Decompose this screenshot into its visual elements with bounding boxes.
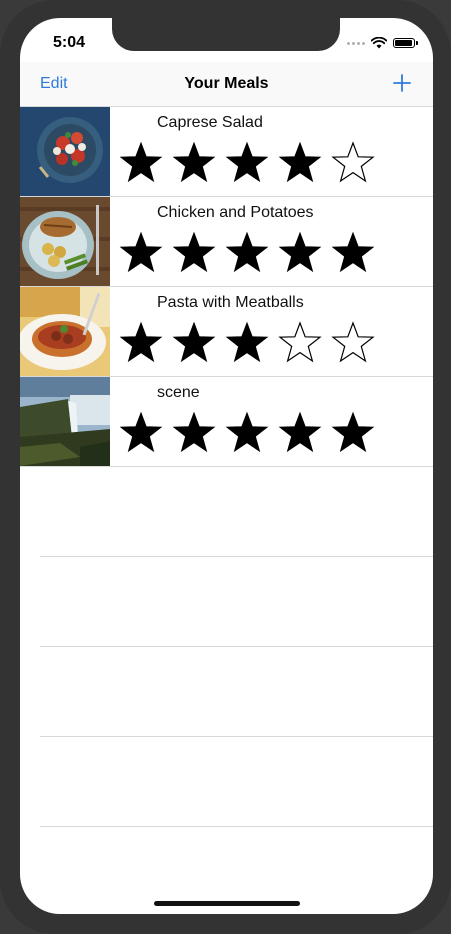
star-filled-icon[interactable]: [278, 231, 322, 275]
meal-row[interactable]: scene: [20, 377, 433, 467]
meal-name: Pasta with Meatballs: [157, 294, 304, 311]
notch: [112, 18, 340, 51]
star-filled-icon[interactable]: [119, 231, 163, 275]
star-filled-icon[interactable]: [331, 411, 375, 455]
meal-name: Caprese Salad: [157, 114, 263, 131]
star-filled-icon[interactable]: [225, 141, 269, 185]
meal-name: Chicken and Potatoes: [157, 204, 314, 221]
star-filled-icon[interactable]: [225, 321, 269, 365]
waterfall-landscape-photo: [20, 377, 110, 466]
star-filled-icon[interactable]: [119, 321, 163, 365]
rating-control[interactable]: [119, 411, 375, 455]
empty-row: [40, 467, 433, 557]
empty-row: [40, 737, 433, 827]
meal-row[interactable]: Pasta with Meatballs: [20, 287, 433, 377]
star-empty-icon[interactable]: [331, 141, 375, 185]
home-indicator[interactable]: [154, 901, 300, 906]
screen: 5:04 Edit Your Meals Caprese Salad Chick…: [20, 18, 433, 914]
meal-name: scene: [157, 384, 200, 401]
caprese-salad-photo: [20, 107, 110, 196]
star-filled-icon[interactable]: [331, 231, 375, 275]
page-title: Your Meals: [184, 75, 269, 92]
rating-control[interactable]: [119, 231, 375, 275]
star-filled-icon[interactable]: [278, 411, 322, 455]
status-time: 5:04: [53, 34, 86, 51]
star-empty-icon[interactable]: [331, 321, 375, 365]
star-filled-icon[interactable]: [172, 321, 216, 365]
rating-control[interactable]: [119, 321, 375, 365]
plus-icon[interactable]: [393, 74, 411, 92]
battery-icon: [393, 38, 418, 48]
meal-row[interactable]: Chicken and Potatoes: [20, 197, 433, 287]
star-filled-icon[interactable]: [119, 141, 163, 185]
star-filled-icon[interactable]: [278, 141, 322, 185]
star-filled-icon[interactable]: [225, 231, 269, 275]
wifi-icon: [371, 37, 387, 49]
chicken-potatoes-photo: [20, 197, 110, 286]
empty-row: [40, 647, 433, 737]
status-icons: [347, 36, 418, 50]
star-filled-icon[interactable]: [119, 411, 163, 455]
rating-control[interactable]: [119, 141, 375, 185]
meal-row[interactable]: Caprese Salad: [20, 107, 433, 197]
star-empty-icon[interactable]: [278, 321, 322, 365]
device-frame: 5:04 Edit Your Meals Caprese Salad Chick…: [0, 0, 451, 934]
pasta-meatballs-photo: [20, 287, 110, 376]
star-filled-icon[interactable]: [172, 141, 216, 185]
signal-icon: [347, 41, 365, 45]
navigation-bar: Edit Your Meals: [20, 62, 433, 107]
star-filled-icon[interactable]: [225, 411, 269, 455]
star-filled-icon[interactable]: [172, 231, 216, 275]
empty-row: [40, 557, 433, 647]
star-filled-icon[interactable]: [172, 411, 216, 455]
